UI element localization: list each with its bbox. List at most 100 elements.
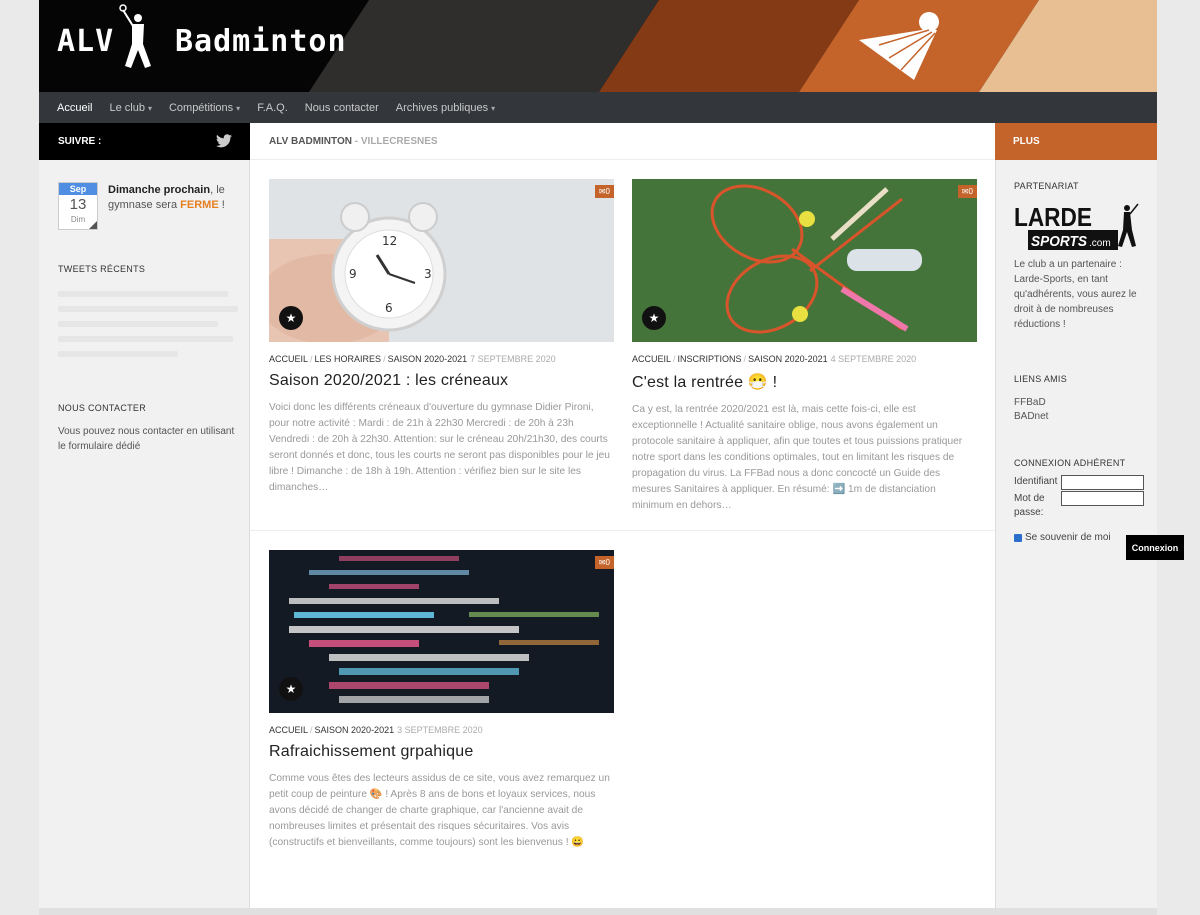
comment-count-badge[interactable]: ✉0 [594, 556, 614, 569]
post-thumbnail-badminton[interactable]: ✉0 ★ [632, 179, 977, 342]
contact-widget-title: NOUS CONTACTER [58, 403, 147, 413]
calendar-month: Sep [59, 183, 97, 195]
svg-text:9: 9 [349, 267, 357, 281]
main-nav: Accueil Le club ▾ Compétitions ▾ F.A.Q. No… [39, 92, 1157, 123]
star-icon: ★ [642, 306, 666, 330]
meta-separator: / [310, 354, 313, 364]
nav-item-archives[interactable]: Archives publiques ▾ [396, 102, 495, 114]
site-title-badminton: Badminton [175, 24, 347, 59]
plus-tab: PLUS [995, 123, 1157, 160]
login-pw-row: Mot de passe: [1014, 491, 1149, 519]
remember-me-checkbox[interactable] [1014, 533, 1022, 542]
post-category-link[interactable]: ACCUEIL [269, 725, 308, 735]
svg-text:.com: .com [1089, 238, 1111, 249]
site-header: ALV Badminton [39, 0, 1157, 92]
meta-separator: / [673, 354, 676, 364]
post-category-link[interactable]: SAISON 2020-2021 [315, 725, 395, 735]
footer-edge [39, 908, 1157, 915]
post-date: 7 SEPTEMBRE 2020 [470, 354, 556, 364]
nav-label: Nous contacter [304, 101, 379, 114]
post-category-link[interactable]: LES HORAIRES [315, 354, 382, 364]
post-meta: ACCUEIL / INSCRIPTIONS / SAISON 2020-2021 4 S… [632, 354, 977, 364]
svg-text:3: 3 [424, 267, 432, 281]
post-date: 3 SEPTEMBRE 2020 [397, 725, 483, 735]
site-title[interactable]: ALV Badminton [57, 24, 346, 59]
post-meta: ACCUEIL / SAISON 2020-2021 3 SEPTEMBRE 2020 [269, 725, 614, 735]
remember-me-label: Se souvenir de moi [1025, 532, 1111, 543]
star-icon: ★ [279, 306, 303, 330]
post-category-link[interactable]: ACCUEIL [632, 354, 671, 364]
nav-label: Archives publiques [395, 101, 489, 114]
post-card: ✉0 ★ ACCUEIL / SAISON 2020-2021 3 SEPTEMBRE… [269, 550, 614, 851]
login-password-input[interactable] [1061, 491, 1144, 506]
svg-text:LARDE: LARDE [1014, 202, 1092, 232]
nav-label: Accueil [57, 101, 93, 114]
row-divider [250, 530, 995, 531]
breadcrumb: ALV BADMINTON - VILLECRESNES [269, 136, 438, 147]
login-title: CONNEXION ADHÉRENT [1014, 458, 1126, 468]
sub-header: SUIVRE : ALV BADMINTON - VILLECRESNES PL… [39, 123, 1157, 160]
main-content: 12 3 6 9 ✉0 ★ ACCUEIL / LES HORAIRES / SAISO… [250, 160, 995, 908]
player-logo-icon [119, 4, 151, 68]
post-title-link[interactable]: Saison 2020/2021 : les créneaux [269, 372, 614, 390]
nav-label: F.A.Q. [257, 101, 288, 114]
login-pw-label-line2: passe: [1014, 507, 1044, 518]
calendar-fold [89, 221, 97, 229]
twitter-icon[interactable] [216, 134, 232, 148]
post-title-link[interactable]: C'est la rentrée 😷 ! [632, 372, 977, 392]
nav-item-le-club[interactable]: Le club ▾ [109, 102, 152, 114]
sunday-notice-end: ! [218, 199, 225, 211]
sunday-notice-bold: Dimanche prochain [108, 184, 211, 196]
tweets-title: TWEETS RÉCENTS [58, 264, 146, 274]
contact-widget-text: Vous pouvez nous contacter en utilisant … [58, 426, 235, 452]
friend-link-ffbad[interactable]: FFBaD [1014, 396, 1048, 410]
chevron-down-icon: ▾ [236, 103, 241, 113]
ferme-highlight: FERME [180, 199, 219, 211]
site-title-alv: ALV [57, 24, 115, 59]
nav-label: Le club [109, 101, 145, 114]
comment-count: 0 [605, 187, 610, 196]
post-card: 12 3 6 9 ✉0 ★ ACCUEIL / LES HORAIRES / SAISO… [269, 179, 614, 496]
post-category-link[interactable]: ACCUEIL [269, 354, 308, 364]
post-category-link[interactable]: SAISON 2020-2021 [748, 354, 828, 364]
post-thumbnail-alarm-clock[interactable]: 12 3 6 9 ✉0 ★ [269, 179, 614, 342]
post-category-link[interactable]: SAISON 2020-2021 [388, 354, 468, 364]
friends-list: FFBaD BADnet [1014, 396, 1048, 424]
post-category-link[interactable]: INSCRIPTIONS [678, 354, 742, 364]
post-excerpt: Ca y est, la rentrée 2020/2021 est là, m… [632, 404, 963, 511]
nav-item-nous-contacter[interactable]: Nous contacter [305, 102, 379, 114]
login-button[interactable]: Connexion [1126, 535, 1184, 560]
nav-item-accueil[interactable]: Accueil [57, 102, 92, 114]
chevron-down-icon: ▾ [147, 103, 152, 113]
svg-text:6: 6 [385, 301, 393, 315]
sunday-notice: Dimanche prochain, le gymnase sera FERME… [108, 183, 238, 213]
post-title-link[interactable]: Rafraichissement grpahique [269, 743, 614, 761]
svg-text:12: 12 [382, 234, 397, 248]
svg-text:SPORTS: SPORTS [1031, 233, 1087, 250]
breadcrumb-separator: - [354, 136, 359, 147]
star-icon: ★ [279, 677, 303, 701]
right-sidebar: PARTENARIAT LARDE SPORTS .com Le club a … [995, 160, 1184, 908]
follow-box: SUIVRE : [39, 123, 250, 160]
nav-item-faq[interactable]: F.A.Q. [257, 102, 288, 114]
calendar-icon: Sep 13 Dim [58, 182, 98, 230]
comment-count-badge[interactable]: ✉0 [594, 185, 614, 198]
meta-separator: / [310, 725, 313, 735]
login-pw-label-line1: Mot de [1014, 493, 1045, 504]
login-id-row: Identifiant [1014, 475, 1149, 490]
post-excerpt: Voici donc les différents créneaux d'ouv… [269, 402, 610, 493]
comment-count-badge[interactable]: ✉0 [957, 185, 977, 198]
post-thumbnail-code[interactable]: ✉0 ★ [269, 550, 614, 713]
larde-sports-logo[interactable]: LARDE SPORTS .com [1014, 202, 1139, 254]
friend-link-badnet[interactable]: BADnet [1014, 410, 1048, 424]
partner-text: Le club a un partenaire : Larde-Sports, … [1014, 259, 1137, 330]
post-excerpt: Comme vous êtes des lecteurs assidus de … [269, 773, 610, 848]
login-form: Identifiant Mot de passe: Se souvenir de … [1014, 475, 1149, 543]
follow-label: SUIVRE : [58, 136, 102, 147]
comment-count: 0 [605, 558, 610, 567]
nav-item-competitions[interactable]: Compétitions ▾ [169, 102, 240, 114]
meta-separator: / [383, 354, 386, 364]
plus-label: PLUS [1013, 136, 1040, 147]
login-id-input[interactable] [1061, 475, 1144, 490]
comment-count: 0 [968, 187, 973, 196]
